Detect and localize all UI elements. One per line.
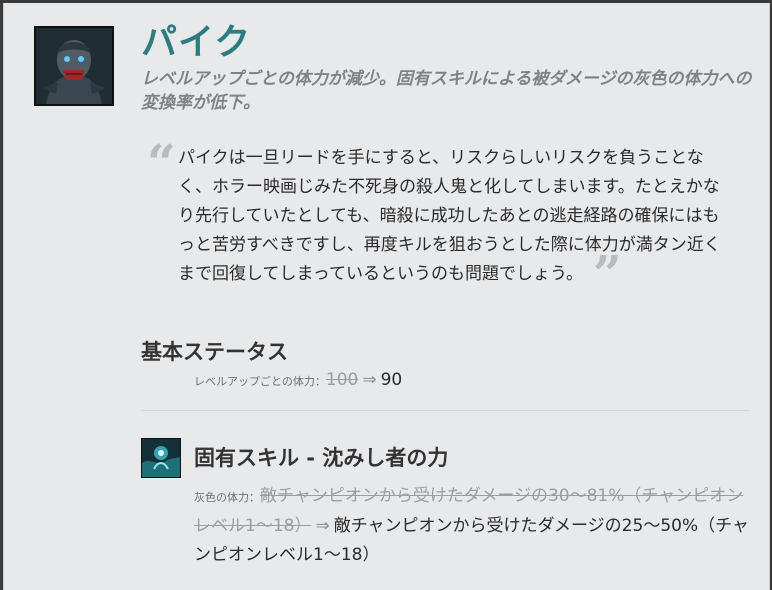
change-arrow: ⇒ bbox=[315, 516, 330, 536]
window-frame: パイク レベルアップごとの体力が減少。固有スキルによる被ダメージの灰色の体力への… bbox=[0, 0, 772, 590]
champion-name: パイク bbox=[141, 22, 252, 63]
pyke-portrait-icon bbox=[36, 28, 112, 104]
stat-change-row: レベルアップごとの体力：100 ⇒ 90 bbox=[194, 368, 402, 394]
section-divider bbox=[141, 410, 749, 411]
quote-close-mark: ” bbox=[592, 244, 622, 303]
champion-portrait bbox=[34, 26, 114, 106]
passive-skill-title: 固有スキル - 沈みし者の力 bbox=[194, 446, 449, 470]
base-stats-heading: 基本ステータス bbox=[141, 340, 288, 364]
stat-old-value: 100 bbox=[325, 370, 359, 390]
passive-change-row: 灰色の体力：敵チャンピオンから受けたダメージの30～81%（チャンピオンレベル1… bbox=[194, 482, 754, 570]
stat-new-value: 90 bbox=[380, 370, 403, 390]
stat-label: レベルアップごとの体力： bbox=[194, 375, 326, 388]
sunken-power-icon bbox=[142, 439, 180, 477]
passive-stat-label: 灰色の体力： bbox=[194, 491, 260, 504]
designer-quote: パイクは一旦リードを手にすると、リスクらしいリスクを負うことなく、ホラー映画じみ… bbox=[178, 144, 723, 303]
quote-open-mark: “ bbox=[147, 133, 176, 192]
change-arrow: ⇒ bbox=[362, 370, 377, 390]
patch-note-panel: パイク レベルアップごとの体力が減少。固有スキルによる被ダメージの灰色の体力への… bbox=[3, 3, 770, 590]
designer-quote-text: パイクは一旦リードを手にすると、リスクらしいリスクを負うことなく、ホラー映画じみ… bbox=[178, 148, 721, 284]
champion-change-summary: レベルアップごとの体力が減少。固有スキルによる被ダメージの灰色の体力への変換率が… bbox=[141, 69, 752, 113]
passive-skill-icon bbox=[141, 438, 181, 478]
